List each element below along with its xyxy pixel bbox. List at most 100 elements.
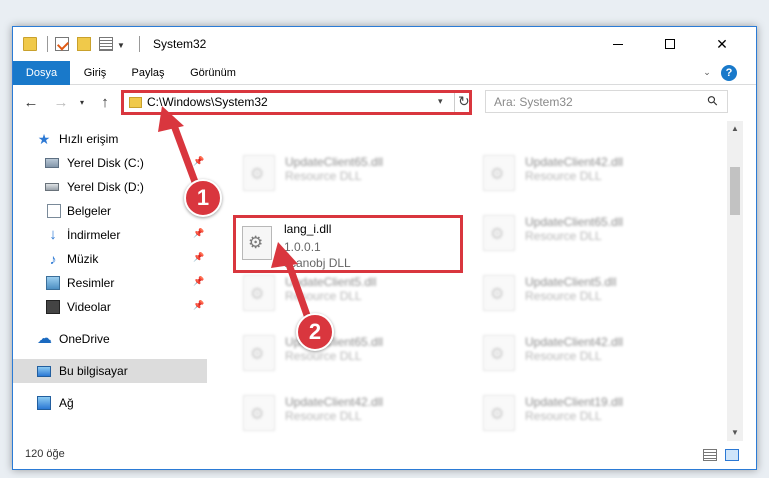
status-bar: 120 öğe: [13, 441, 756, 469]
sidebar-item-this-pc[interactable]: Bu bilgisayar: [13, 359, 207, 383]
file-name: UpdateClient19.dll: [525, 395, 624, 409]
divider: [454, 93, 455, 112]
file-type: Resource DLL: [285, 169, 362, 183]
dll-file-icon: [242, 226, 272, 260]
sidebar-item-videos[interactable]: Videolar 📌: [13, 295, 207, 319]
view-icon[interactable]: [99, 37, 113, 51]
dll-file-icon: [483, 215, 515, 251]
sidebar-item-local-disk-d[interactable]: Yerel Disk (D:) 📌: [13, 175, 207, 199]
properties-icon[interactable]: [55, 37, 69, 51]
sidebar-item-quick-access[interactable]: ★ Hızlı erişim: [13, 127, 207, 151]
dll-file-icon: [483, 335, 515, 371]
file-type: Resource DLL: [285, 289, 362, 303]
sidebar-item-label: Ağ: [59, 396, 74, 410]
drive-icon: [45, 183, 59, 191]
search-input[interactable]: Ara: System32 ⚲: [485, 90, 728, 113]
file-item[interactable]: UpdateClient65.dll Resource DLL: [233, 325, 463, 377]
up-button[interactable]: ↑: [95, 93, 115, 113]
pin-icon[interactable]: 📌: [193, 252, 204, 263]
file-type: Resource DLL: [285, 349, 362, 363]
refresh-button[interactable]: ↻: [458, 93, 470, 110]
sidebar-item-label: OneDrive: [59, 332, 110, 346]
address-path[interactable]: C:\Windows\System32: [147, 95, 268, 109]
divider: [47, 36, 48, 52]
file-item[interactable]: UpdateClient19.dll Resource DLL: [473, 385, 703, 437]
network-icon: [37, 396, 51, 410]
tab-view[interactable]: Görünüm: [187, 61, 239, 85]
close-icon: ✕: [716, 35, 728, 52]
sidebar-item-label: Bu bilgisayar: [59, 364, 128, 378]
sidebar-item-music[interactable]: ♪ Müzik 📌: [13, 247, 207, 271]
sidebar-item-label: Müzik: [67, 252, 99, 266]
back-button[interactable]: ←: [21, 93, 41, 113]
scroll-up-icon[interactable]: ▲: [727, 121, 743, 137]
scrollbar-thumb[interactable]: [730, 167, 740, 215]
videos-icon: [46, 300, 60, 314]
file-name: UpdateClient42.dll: [285, 395, 384, 409]
tab-share[interactable]: Paylaş: [129, 61, 167, 85]
dll-file-icon: [243, 155, 275, 191]
ribbon: Dosya Giriş Paylaş Görünüm ⌄ ?: [13, 61, 756, 85]
file-name: UpdateClient5.dll: [285, 275, 377, 289]
tiles-view-icon[interactable]: [725, 449, 739, 461]
address-dropdown-icon[interactable]: ▾: [438, 96, 443, 107]
highlighted-file-item[interactable]: lang_i.dll 1.0.0.1 scanobj DLL: [233, 215, 463, 273]
sidebar-item-label: Belgeler: [67, 204, 112, 218]
address-bar[interactable]: C:\Windows\System32 ▾ ↻: [121, 90, 472, 115]
help-icon[interactable]: ?: [721, 65, 737, 81]
pictures-icon: [46, 276, 60, 290]
customize-toolbar-icon[interactable]: ▼: [117, 41, 125, 50]
pin-icon[interactable]: 📌: [193, 276, 204, 287]
file-name: lang_i.dll: [284, 222, 332, 236]
sidebar-item-label: İndirmeler: [67, 228, 121, 242]
scroll-down-icon[interactable]: ▼: [727, 425, 743, 441]
pin-icon[interactable]: 📌: [193, 228, 204, 239]
sidebar-item-label: Hızlı erişim: [59, 132, 119, 146]
sidebar-item-network[interactable]: Ağ: [13, 391, 207, 415]
dll-file-icon: [483, 155, 515, 191]
computer-icon: [37, 366, 51, 377]
vertical-scrollbar[interactable]: ▲ ▼: [727, 121, 743, 441]
file-name: UpdateClient5.dll: [525, 275, 617, 289]
recent-locations-button[interactable]: ▾: [75, 93, 89, 113]
sidebar-item-downloads[interactable]: ↓ İndirmeler 📌: [13, 223, 207, 247]
file-item[interactable]: UpdateClient42.dll Resource DLL: [233, 385, 463, 437]
details-view-icon[interactable]: [703, 449, 717, 461]
sidebar-item-onedrive[interactable]: ☁ OneDrive: [13, 327, 207, 351]
file-type: Resource DLL: [525, 349, 602, 363]
pin-icon[interactable]: 📌: [193, 300, 204, 311]
minimize-icon: [613, 43, 623, 45]
search-icon[interactable]: ⚲: [704, 92, 722, 110]
folder-icon: [129, 97, 142, 108]
tab-file[interactable]: Dosya: [13, 61, 70, 85]
file-name: UpdateClient42.dll: [525, 155, 624, 169]
tab-home[interactable]: Giriş: [79, 61, 111, 85]
file-item[interactable]: UpdateClient5.dll Resource DLL: [473, 265, 703, 317]
file-item[interactable]: UpdateClient65.dll Resource DLL: [473, 205, 703, 257]
file-type: Resource DLL: [285, 409, 362, 423]
expand-ribbon-icon[interactable]: ⌄: [701, 67, 713, 79]
pin-icon[interactable]: 📌: [193, 156, 204, 167]
sidebar-item-documents[interactable]: Belgeler 📌: [13, 199, 207, 223]
file-item[interactable]: UpdateClient65.dll Resource DLL: [233, 145, 463, 197]
maximize-button[interactable]: [647, 27, 693, 61]
file-item[interactable]: UpdateClient42.dll Resource DLL: [473, 145, 703, 197]
dll-file-icon: [483, 275, 515, 311]
new-folder-icon[interactable]: [77, 37, 91, 51]
download-icon: ↓: [49, 226, 57, 243]
sidebar-item-label: Resimler: [67, 276, 115, 290]
forward-button[interactable]: →: [51, 93, 71, 113]
sidebar-item-local-disk-c[interactable]: Yerel Disk (C:) 📌: [13, 151, 207, 175]
minimize-button[interactable]: [595, 27, 641, 61]
close-button[interactable]: ✕: [699, 27, 745, 61]
divider: [139, 36, 140, 52]
file-item[interactable]: UpdateClient42.dll Resource DLL: [473, 325, 703, 377]
file-type: Resource DLL: [525, 169, 602, 183]
navigation-pane: ★ Hızlı erişim Yerel Disk (C:) 📌 Yerel D…: [13, 121, 207, 441]
file-explorer-window: ▼ System32 ✕ Dosya Giriş Paylaş Görünüm …: [12, 26, 757, 470]
file-type: Resource DLL: [525, 289, 602, 303]
dll-file-icon: [243, 335, 275, 371]
file-name: UpdateClient65.dll: [285, 155, 384, 169]
folder-icon: [23, 37, 37, 51]
sidebar-item-pictures[interactable]: Resimler 📌: [13, 271, 207, 295]
